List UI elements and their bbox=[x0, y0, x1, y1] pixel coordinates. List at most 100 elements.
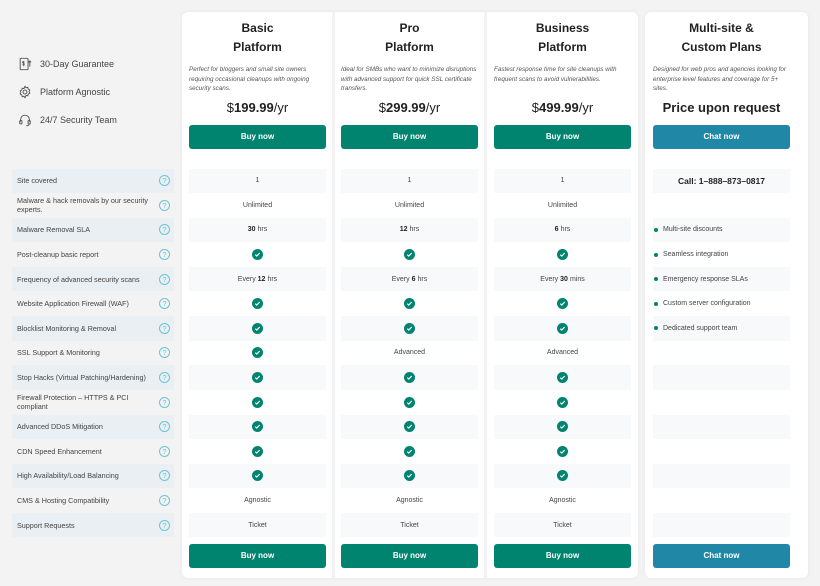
bullet-icon bbox=[654, 301, 658, 306]
cell-value: Unlimited bbox=[547, 201, 578, 209]
help-icon[interactable]: ? bbox=[159, 224, 170, 236]
check-icon bbox=[252, 249, 263, 261]
check-icon bbox=[252, 445, 263, 457]
help-icon[interactable]: ? bbox=[159, 249, 170, 261]
feature-row: CDN Speed Enhancement? bbox=[12, 439, 174, 464]
perk-label: Platform Agnostic bbox=[40, 87, 111, 97]
chat-now-button-top[interactable]: Chat now bbox=[653, 125, 790, 149]
cell-value-bold: 12 bbox=[399, 226, 408, 234]
help-icon[interactable]: ? bbox=[159, 199, 170, 211]
plan-cell bbox=[494, 242, 631, 267]
help-icon[interactable]: ? bbox=[159, 298, 170, 310]
feature-label: Website Application Firewall (WAF) bbox=[17, 299, 129, 309]
buy-now-button-top[interactable]: Buy now bbox=[189, 125, 326, 149]
cell-prefix: Every bbox=[540, 275, 559, 283]
cell-value: 1 bbox=[255, 177, 260, 185]
help-icon[interactable]: ? bbox=[159, 175, 170, 187]
plan-cell: Unlimited bbox=[341, 193, 478, 218]
bullet-icon bbox=[654, 326, 658, 331]
cell-value-bold: 6 bbox=[411, 275, 416, 283]
plan-cell bbox=[494, 316, 631, 341]
plan-description: Ideal for SMBs who want to minimize disr… bbox=[341, 66, 477, 93]
feature-label: CDN Speed Enhancement bbox=[17, 446, 102, 456]
check-icon bbox=[557, 372, 568, 384]
help-icon[interactable]: ? bbox=[159, 470, 170, 482]
help-icon[interactable]: ? bbox=[159, 372, 170, 384]
plan-cell bbox=[653, 193, 790, 218]
cell-unit: hrs bbox=[409, 226, 420, 234]
feature-row: Support Requests? bbox=[12, 512, 174, 538]
help-icon[interactable]: ? bbox=[159, 322, 170, 334]
help-icon[interactable]: ? bbox=[159, 347, 170, 359]
feature-row: Malware Removal SLA? bbox=[12, 217, 174, 243]
check-icon bbox=[557, 421, 568, 433]
feature-label: Site covered bbox=[17, 176, 57, 186]
help-icon[interactable]: ? bbox=[159, 421, 170, 433]
cell-value: Agnostic bbox=[396, 497, 423, 505]
benefit-label: Dedicated support team bbox=[663, 324, 738, 332]
perks-list: 30-Day Guarantee Platform Agnostic 24/7 … bbox=[18, 50, 117, 134]
plan-title: Pro Platform bbox=[385, 21, 434, 54]
perk-agnostic: Platform Agnostic bbox=[18, 78, 117, 106]
cell-value: Unlimited bbox=[394, 201, 425, 209]
check-icon bbox=[404, 396, 415, 408]
feature-row: Post-cleanup basic report? bbox=[12, 242, 174, 267]
check-icon bbox=[557, 298, 568, 310]
check-icon bbox=[252, 421, 263, 433]
plan-cell: Multi-site discounts bbox=[653, 217, 790, 243]
plan-cell: 1 bbox=[189, 168, 326, 194]
check-icon bbox=[557, 322, 568, 334]
feature-label: Blocklist Monitoring & Removal bbox=[17, 323, 117, 333]
help-icon[interactable]: ? bbox=[159, 396, 170, 408]
buy-now-button-bottom[interactable]: Buy now bbox=[494, 544, 631, 568]
benefit-label: Custom server configuration bbox=[663, 300, 751, 308]
plan-cell bbox=[341, 242, 478, 267]
help-icon[interactable]: ? bbox=[159, 273, 170, 285]
phone-number[interactable]: Call: 1–888–873–0817 bbox=[678, 176, 765, 186]
plan-cell bbox=[494, 463, 631, 489]
plan-cell: Unlimited bbox=[189, 193, 326, 218]
buy-now-button-top[interactable]: Buy now bbox=[341, 125, 478, 149]
feature-row: CMS & Hosting Compatibility? bbox=[12, 488, 174, 513]
buy-now-button-bottom[interactable]: Buy now bbox=[189, 544, 326, 568]
plan-column-custom: Multi-site & Custom Plans Designed for we… bbox=[653, 12, 790, 149]
help-icon[interactable]: ? bbox=[159, 495, 170, 507]
plan-cell: Advanced bbox=[494, 341, 631, 366]
plan-cell bbox=[189, 341, 326, 366]
cell-value-bold: 6 bbox=[554, 226, 559, 234]
check-icon bbox=[252, 298, 263, 310]
plan-cell bbox=[653, 439, 790, 464]
check-icon bbox=[404, 298, 415, 310]
cell-value: 1 bbox=[560, 177, 565, 185]
cell-value: Advanced bbox=[393, 349, 426, 357]
chat-now-button-bottom[interactable]: Chat now bbox=[653, 544, 790, 568]
cell-value: Agnostic bbox=[244, 497, 271, 505]
help-icon[interactable]: ? bbox=[159, 445, 170, 457]
cell-value-bold: 30 bbox=[560, 275, 568, 283]
buy-now-button-bottom[interactable]: Buy now bbox=[341, 544, 478, 568]
cell-value: Ticket bbox=[248, 521, 267, 529]
cell-unit: hrs bbox=[417, 275, 428, 283]
plan-cell bbox=[653, 341, 790, 366]
feature-label: Frequency of advanced security scans bbox=[17, 274, 140, 284]
check-icon bbox=[252, 396, 263, 408]
buy-now-button-top[interactable]: Buy now bbox=[494, 125, 631, 149]
plan-cell bbox=[189, 463, 326, 489]
plan-cell bbox=[653, 414, 790, 440]
feature-row: Advanced DDoS Mitigation? bbox=[12, 414, 174, 440]
plan-cell bbox=[341, 414, 478, 440]
headset-icon bbox=[19, 114, 31, 127]
check-icon bbox=[252, 372, 263, 384]
plan-cell bbox=[494, 365, 631, 390]
feature-label: Malware & hack removals by our security … bbox=[17, 196, 149, 215]
help-icon[interactable]: ? bbox=[159, 519, 170, 531]
bullet-icon bbox=[654, 277, 658, 282]
plan-cell: Dedicated support team bbox=[653, 316, 790, 341]
check-icon bbox=[404, 249, 415, 261]
plan-cell: Ticket bbox=[341, 512, 478, 538]
plan-cell: 12 hrs bbox=[341, 217, 478, 243]
plan-cell bbox=[494, 414, 631, 440]
cell-value: 1 bbox=[407, 177, 412, 185]
check-icon bbox=[404, 421, 415, 433]
plan-price: $299.99/yr bbox=[378, 100, 441, 115]
